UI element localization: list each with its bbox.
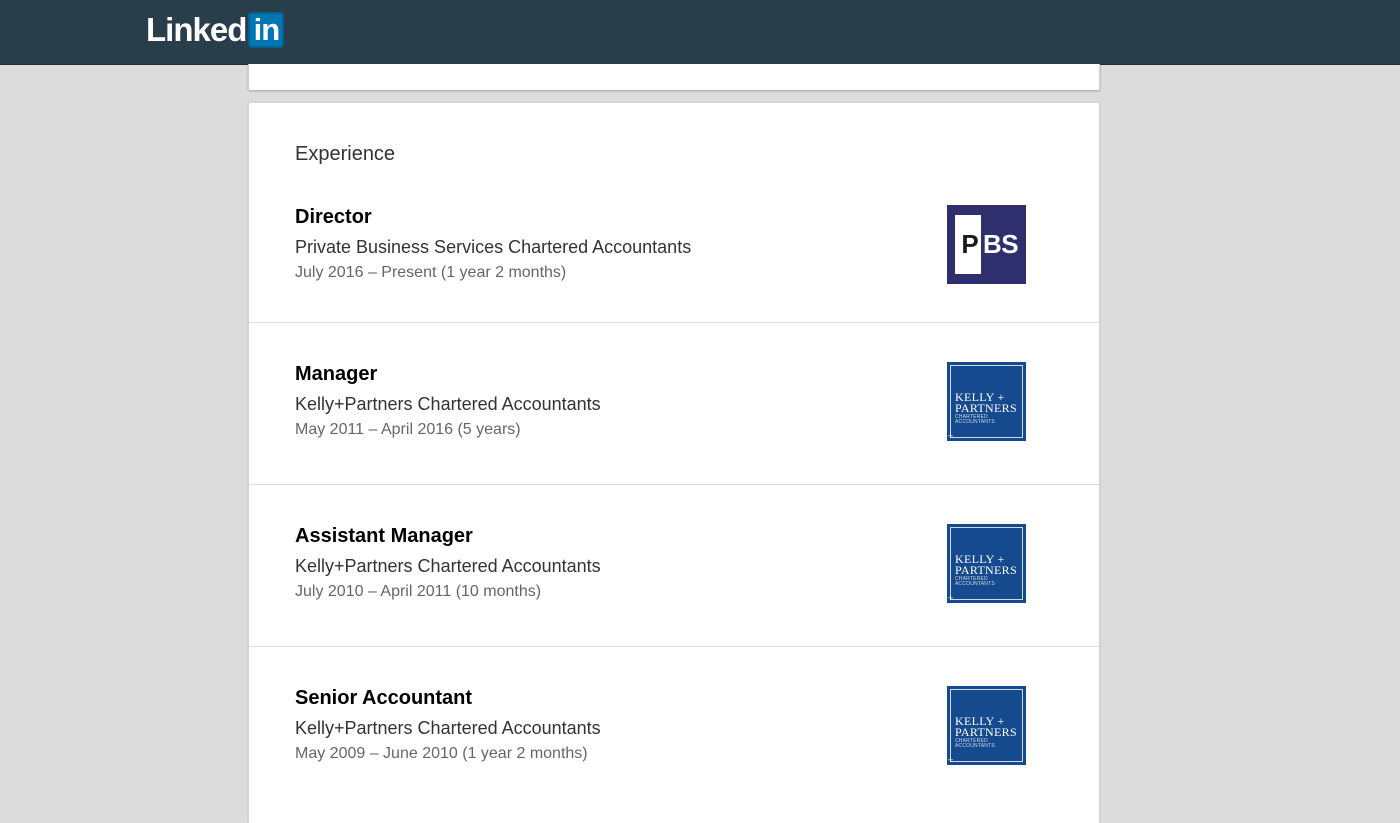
logo-wordmark: Linked [146,11,247,48]
company-logo-kelly-partners[interactable]: KELLY + PARTNERS CHARTERED ACCOUNTANTS + [947,362,1026,441]
previous-section-card [248,64,1100,90]
experience-entry: Assistant Manager Kelly+Partners Charter… [249,484,1099,646]
experience-entry: Manager Kelly+Partners Chartered Account… [249,322,1099,484]
logo-line-2: PARTNERS [955,563,1017,577]
experience-entry: Senior Accountant Kelly+Partners Charter… [249,646,1099,808]
company-logo-kelly-partners[interactable]: KELLY + PARTNERS CHARTERED ACCOUNTANTS + [947,686,1026,765]
company-name[interactable]: Private Business Services Chartered Acco… [295,237,691,258]
company-name[interactable]: Kelly+Partners Chartered Accountants [295,718,601,739]
company-logo-pbs[interactable]: P BS [947,205,1026,284]
plus-icon: + [948,755,954,765]
job-title[interactable]: Director [295,206,372,229]
plus-icon: + [948,431,954,441]
linkedin-logo[interactable]: Linked in [146,11,285,48]
logo-line-3: CHARTERED ACCOUNTANTS [955,414,995,425]
date-range: May 2011 – April 2016 (5 years) [295,421,521,438]
plus-icon: + [948,593,954,603]
company-name[interactable]: Kelly+Partners Chartered Accountants [295,556,601,577]
top-navigation-bar: Linked in [0,0,1400,64]
logo-in-badge: in [248,12,285,48]
logo-text: BS [983,229,1019,259]
logo-line-2: PARTNERS [955,401,1017,415]
logo-line-3: CHARTERED ACCOUNTANTS [955,576,995,587]
logo-letter: P [959,215,981,274]
date-range: May 2009 – June 2010 (1 year 2 months) [295,745,588,762]
date-range: July 2010 – April 2011 (10 months) [295,583,542,600]
job-title[interactable]: Manager [295,363,377,386]
logo-line-2: PARTNERS [955,725,1017,739]
date-range: July 2016 – Present (1 year 2 months) [295,264,567,281]
logo-line-3: CHARTERED ACCOUNTANTS [955,738,995,749]
job-title[interactable]: Senior Accountant [295,687,472,710]
company-name[interactable]: Kelly+Partners Chartered Accountants [295,394,601,415]
experience-entry: Director Private Business Services Chart… [249,103,1099,322]
job-title[interactable]: Assistant Manager [295,525,473,548]
experience-card: Experience Director Private Business Ser… [248,103,1100,823]
company-logo-kelly-partners[interactable]: KELLY + PARTNERS CHARTERED ACCOUNTANTS + [947,524,1026,603]
